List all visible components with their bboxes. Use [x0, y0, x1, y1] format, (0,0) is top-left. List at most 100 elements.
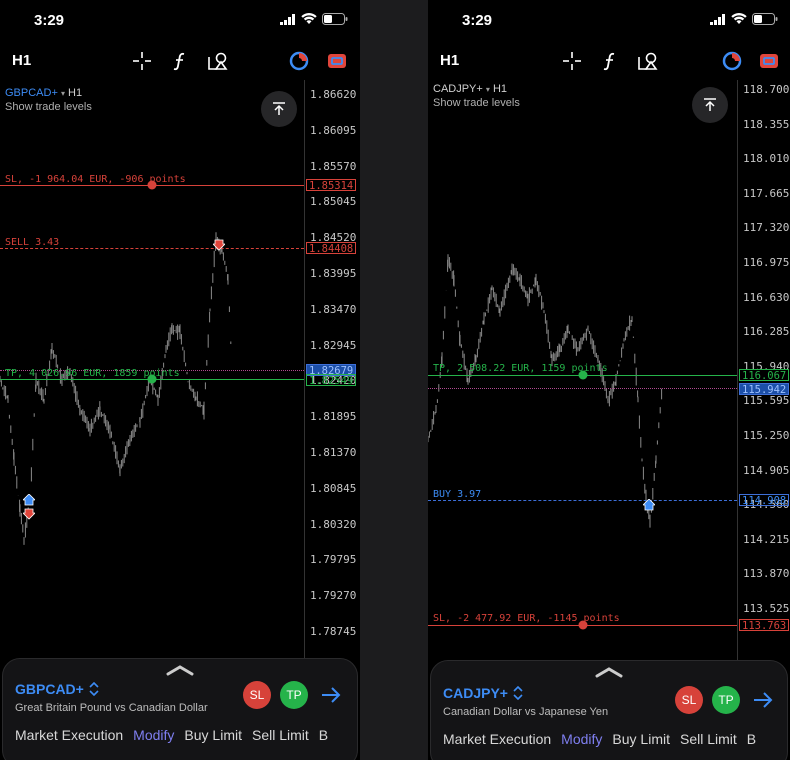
indicators-button[interactable]: [599, 50, 621, 72]
timer-icon: [722, 51, 742, 71]
battery-icon: [752, 13, 778, 25]
tab-buy-limit[interactable]: Buy Limit: [184, 727, 242, 743]
left-screen: 3:29 H1 1.86620 1.86095 1.85570 1.85045 1.84…: [0, 0, 360, 760]
wifi-icon: [731, 13, 747, 24]
price-axis-tick: 115.595: [743, 394, 790, 408]
tab-market-execution[interactable]: Market Execution: [15, 727, 123, 743]
crosshair-button[interactable]: [561, 50, 583, 72]
tp-button[interactable]: TP: [280, 681, 308, 709]
tab-modify[interactable]: Modify: [133, 727, 174, 743]
tab-more[interactable]: B: [747, 731, 756, 747]
function-icon: [173, 52, 185, 71]
objects-button[interactable]: [637, 50, 659, 72]
trade-panel: GBPCAD+ Great Britain Pound vs Canadian …: [2, 658, 358, 760]
timeframe-button[interactable]: H1: [12, 52, 31, 69]
tab-more[interactable]: B: [319, 727, 328, 743]
status-icons: [280, 13, 348, 25]
timeframe-button[interactable]: H1: [440, 52, 459, 69]
objects-button[interactable]: [207, 50, 229, 72]
trade-icon: [328, 54, 346, 68]
stop-loss-handle[interactable]: [147, 180, 157, 190]
chart-type-button[interactable]: [288, 50, 310, 72]
price-axis-tick: 114.905: [743, 463, 790, 477]
trade-button[interactable]: [758, 50, 780, 72]
sl-button[interactable]: SL: [675, 686, 703, 714]
tab-market-execution[interactable]: Market Execution: [443, 731, 551, 747]
buy-position-line[interactable]: [428, 500, 737, 501]
status-time: 3:29: [462, 12, 493, 29]
indicators-button[interactable]: [169, 50, 191, 72]
take-profit-handle[interactable]: [147, 374, 157, 384]
wifi-icon: [301, 13, 317, 24]
chart-toolbar: H1: [0, 46, 360, 76]
sell-exit-marker: [23, 508, 35, 520]
price-axis-tick: 1.81370: [310, 446, 357, 459]
chart-toolbar: H1: [428, 46, 790, 76]
trade-icon: [760, 54, 778, 68]
price-axis-tick: 1.81895: [310, 410, 357, 424]
price-axis-tick: 115.250: [743, 429, 790, 442]
chart-type-button[interactable]: [721, 50, 743, 72]
buy-position-text: BUY 3.97: [433, 489, 482, 500]
scroll-to-top-button[interactable]: [692, 87, 728, 123]
price-axis-tick: 1.85045: [310, 195, 357, 209]
bid-price-line: [428, 388, 737, 389]
tab-sell-limit[interactable]: Sell Limit: [252, 727, 309, 743]
price-axis-tick: 116.630: [743, 290, 790, 304]
price-axis-tick: 118.700: [743, 83, 790, 96]
arrow-up-to-line-icon: [704, 98, 716, 111]
price-axis-tick: 118.355: [743, 117, 790, 131]
price-axis-tick: 1.79795: [310, 553, 357, 567]
panel-grab-handle[interactable]: [594, 665, 624, 679]
price-axis-tick: 1.80320: [310, 517, 357, 531]
stop-loss-handle[interactable]: [578, 620, 588, 630]
panel-grab-handle[interactable]: [165, 663, 195, 677]
price-axis-tick: 113.870: [743, 567, 790, 581]
shapes-icon: [638, 52, 658, 70]
tab-modify[interactable]: Modify: [561, 731, 602, 747]
arrow-up-to-line-icon: [273, 102, 285, 115]
trade-button[interactable]: [326, 50, 348, 72]
panel-symbol-selector[interactable]: GBPCAD+: [15, 681, 99, 697]
price-axis-tick: 1.83995: [310, 267, 357, 280]
panel-symbol: CADJPY+: [443, 685, 508, 701]
chart-symbol-label[interactable]: CADJPY+ ▾ H1: [433, 83, 507, 95]
tp-button[interactable]: TP: [712, 686, 740, 714]
status-icons: [710, 13, 778, 25]
price-axis-tick: 1.83470: [310, 302, 357, 316]
cellular-signal-icon: [710, 13, 725, 25]
price-chart[interactable]: 118.700 118.355 118.010 117.665 117.320 116.9…: [428, 80, 790, 660]
price-axis-tick: 1.82945: [310, 338, 357, 352]
panel-symbol-selector[interactable]: CADJPY+: [443, 685, 523, 701]
trade-panel: CADJPY+ Canadian Dollar vs Japanese Yen …: [430, 660, 788, 760]
arrow-right-icon[interactable]: [752, 690, 774, 710]
tab-buy-limit[interactable]: Buy Limit: [612, 731, 670, 747]
tab-sell-limit[interactable]: Sell Limit: [680, 731, 737, 747]
sell-position-line[interactable]: [0, 248, 304, 249]
sell-entry-marker: [213, 239, 225, 251]
price-axis-tick: 117.665: [743, 186, 790, 200]
chart-period: H1: [68, 87, 83, 99]
take-profit-handle[interactable]: [578, 370, 588, 380]
bid-price-tag: 115.942: [739, 383, 790, 396]
arrow-right-icon[interactable]: [320, 685, 342, 705]
price-axis-tick: 116.285: [743, 325, 790, 339]
buy-price-tag: 114.908: [739, 494, 790, 507]
scroll-to-top-button[interactable]: [261, 91, 297, 127]
price-axis-tick: 117.320: [743, 221, 790, 235]
status-bar: 3:29: [428, 0, 790, 40]
show-trade-levels-label[interactable]: Show trade levels: [5, 101, 92, 113]
chart-symbol-label[interactable]: GBPCAD+ ▾ H1: [5, 87, 82, 99]
status-time: 3:29: [34, 12, 65, 29]
show-trade-levels-label[interactable]: Show trade levels: [433, 97, 520, 109]
crosshair-button[interactable]: [131, 50, 153, 72]
chart-symbol: CADJPY+: [433, 83, 483, 95]
crosshair-icon: [563, 52, 581, 70]
right-screen: 3:29 H1 118.700 118.355 118.010 117.665 117.…: [428, 0, 790, 760]
price-chart[interactable]: 1.86620 1.86095 1.85570 1.85045 1.84520 1.839…: [0, 80, 360, 660]
chevron-up-down-icon: [513, 686, 523, 700]
take-profit-price-tag: 1.82549: [306, 374, 357, 387]
chart-period: H1: [492, 83, 508, 95]
shapes-icon: [208, 52, 228, 70]
sl-button[interactable]: SL: [243, 681, 271, 709]
